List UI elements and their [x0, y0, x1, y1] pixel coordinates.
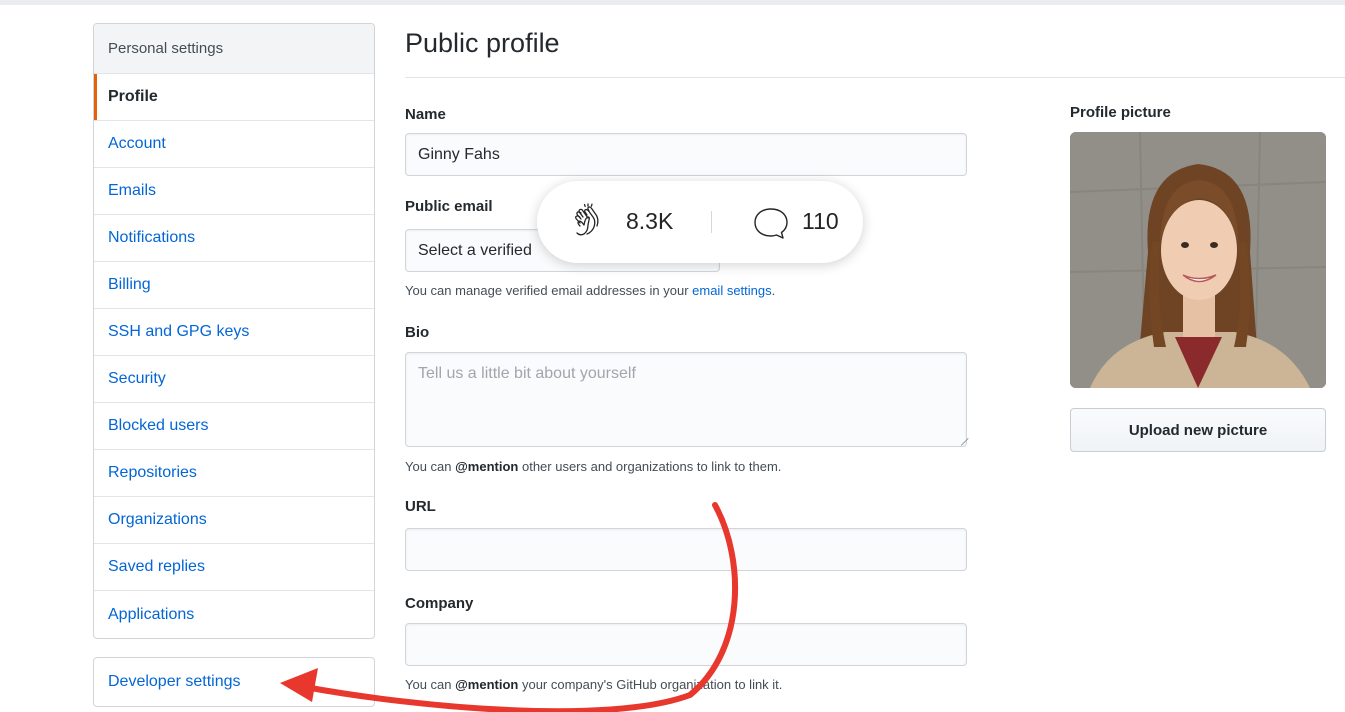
sidebar-item-billing[interactable]: Billing [94, 262, 374, 309]
email-settings-link[interactable]: email settings [692, 283, 771, 298]
sidebar-item-profile[interactable]: Profile [94, 74, 374, 121]
email-note: You can manage verified email addresses … [405, 283, 775, 298]
sidebar-item-ssh-gpg-keys[interactable]: SSH and GPG keys [94, 309, 374, 356]
url-label: URL [405, 498, 436, 515]
sidebar-item-applications[interactable]: Applications [94, 591, 374, 638]
bio-note: You can @mention other users and organiz… [405, 459, 781, 474]
company-note-prefix: You can [405, 677, 456, 692]
email-note-suffix: . [771, 283, 776, 298]
stats-pill: 8.3K 110 [537, 181, 863, 263]
bio-note-prefix: You can [405, 459, 456, 474]
sidebar-heading: Personal settings [94, 24, 374, 74]
url-input[interactable] [405, 528, 967, 571]
bio-placeholder: Tell us a little bit about yourself [418, 365, 636, 382]
sidebar-item-developer-settings[interactable]: Developer settings [94, 658, 374, 706]
sidebar-item-saved-replies[interactable]: Saved replies [94, 544, 374, 591]
company-note-mention: @mention [455, 677, 519, 692]
public-email-selected-value: Select a verified [418, 241, 532, 259]
settings-sidebar: Personal settings Profile Account Emails… [93, 23, 375, 639]
resize-grip-icon[interactable] [954, 431, 969, 446]
sidebar-item-organizations[interactable]: Organizations [94, 497, 374, 544]
bio-label: Bio [405, 324, 430, 341]
sidebar-item-blocked-users[interactable]: Blocked users [94, 403, 374, 450]
name-label: Name [405, 106, 446, 123]
profile-picture-label: Profile picture [1070, 104, 1171, 121]
company-label: Company [405, 595, 474, 612]
responses-count: 110 [802, 208, 839, 234]
top-divider [0, 0, 1345, 5]
email-note-text: You can manage verified email addresses … [405, 283, 693, 298]
sidebar-item-repositories[interactable]: Repositories [94, 450, 374, 497]
company-input[interactable] [405, 623, 967, 666]
profile-photo-image [1070, 132, 1326, 388]
clap-icon[interactable] [572, 203, 608, 239]
developer-settings-menu: Developer settings [93, 657, 375, 707]
profile-picture [1070, 132, 1326, 388]
sidebar-item-notifications[interactable]: Notifications [94, 215, 374, 262]
bio-note-suffix: other users and organizations to link to… [518, 459, 782, 474]
name-input[interactable]: Ginny Fahs [405, 133, 967, 176]
company-note: You can @mention your company's GitHub o… [405, 677, 782, 692]
stats-divider [711, 211, 712, 233]
claps-count: 8.3K [626, 208, 674, 234]
company-note-suffix: your company's GitHub organization to li… [518, 677, 783, 692]
upload-new-picture-button[interactable]: Upload new picture [1070, 408, 1326, 452]
page-title: Public profile [405, 28, 1345, 78]
bio-note-mention: @mention [455, 459, 519, 474]
bio-textarea[interactable]: Tell us a little bit about yourself [405, 352, 969, 447]
public-email-label: Public email [405, 198, 493, 215]
sidebar-item-emails[interactable]: Emails [94, 168, 374, 215]
comment-bubble-icon[interactable] [752, 205, 790, 241]
sidebar-item-account[interactable]: Account [94, 121, 374, 168]
sidebar-item-security[interactable]: Security [94, 356, 374, 403]
